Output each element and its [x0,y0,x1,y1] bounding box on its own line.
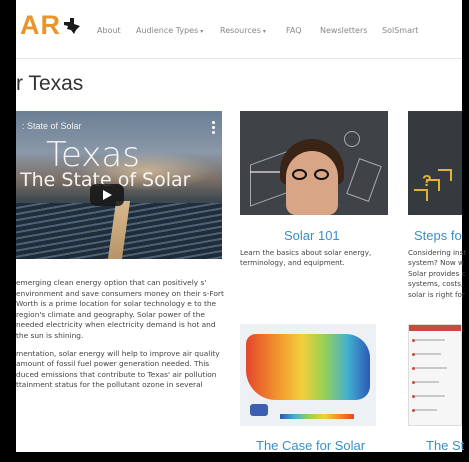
caret-down-icon: ▾ [262,28,266,35]
card-title-case-for-solar[interactable]: The Case for Solar [256,438,365,453]
map-legend [280,414,354,419]
intro-paragraph: mentation, solar energy will help to imp… [16,348,220,390]
chalk-turbine-drawing [346,158,382,202]
nav-faq[interactable]: FAQ [286,26,302,35]
site-logo[interactable]: AR [20,10,82,41]
video-title[interactable]: : State of Solar [22,121,82,131]
us-map-shape [246,334,370,400]
nav-solsmart[interactable]: SolSmart [382,26,418,35]
screen-border-bottom [0,452,469,462]
steps-image[interactable]: ? [408,111,462,215]
solar-101-image[interactable] [240,111,388,215]
intro-text: emerging clean energy option that can po… [16,278,228,398]
screen-border-right [462,0,469,462]
document-image[interactable] [408,324,462,426]
more-vertical-icon[interactable] [212,121,215,136]
glasses-icon [292,169,332,180]
logo-text: AR [20,10,61,40]
card-title-steps[interactable]: Steps fo [414,228,462,243]
caret-down-icon: ▾ [200,28,204,35]
top-navbar: AR About Audience Types ▾ Resources ▾ FAQ … [16,0,462,59]
nav-newsletters[interactable]: Newsletters [320,26,367,35]
screen-border-left [0,0,16,462]
card-title-solar-101[interactable]: Solar 101 [284,228,340,243]
person-face [286,151,338,215]
intro-paragraph: emerging clean energy option that can po… [16,278,224,340]
card-title-state[interactable]: The St [426,438,464,453]
question-mark-icon: ? [422,173,432,190]
alaska-shape [250,404,268,416]
page-title: r Texas [16,72,84,95]
play-icon [103,190,112,200]
texas-star-icon [64,17,80,34]
video-player[interactable]: : State of Solar Texas The State of Sola… [16,111,222,259]
solar-resource-map-image[interactable] [240,324,376,426]
nav-resources[interactable]: Resources ▾ [220,26,266,35]
card-desc-solar-101: Learn the basics about solar energy, ter… [240,248,372,268]
nav-audience-types[interactable]: Audience Types ▾ [136,26,203,35]
chalk-bulb-drawing [344,131,360,147]
nav-about[interactable]: About [97,26,121,35]
video-play-button[interactable] [90,184,124,206]
card-desc-steps: Considering inst system? Now w Solar pro… [408,248,467,299]
